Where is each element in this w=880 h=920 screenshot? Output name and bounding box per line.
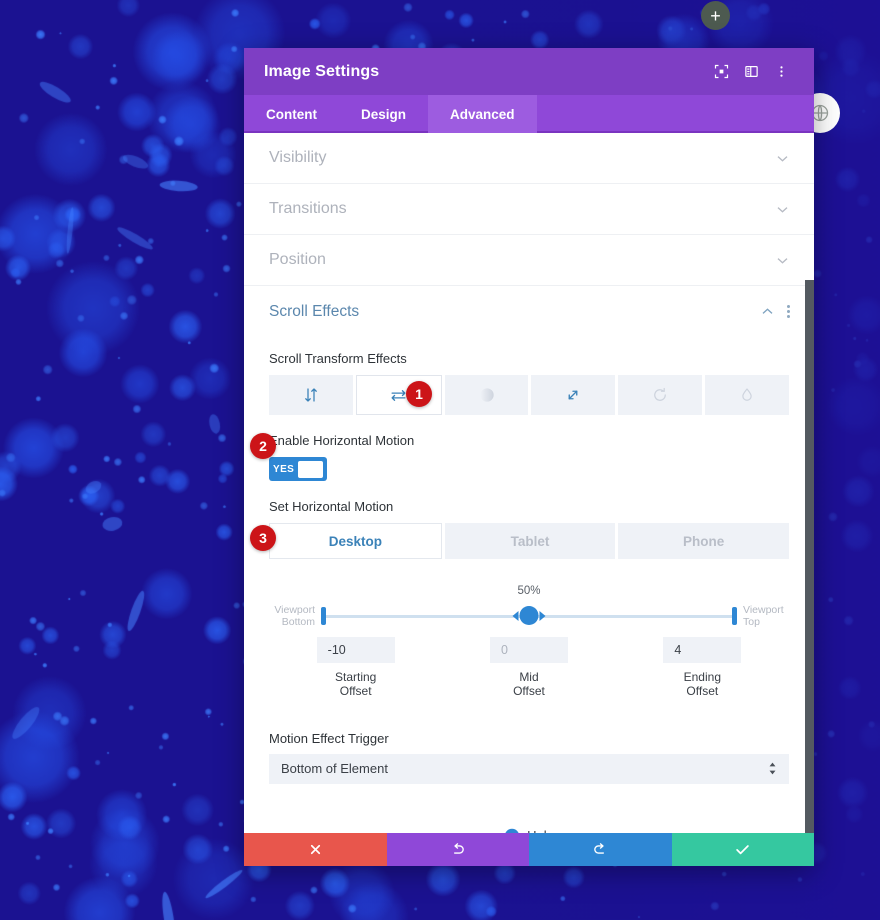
more-vertical-icon[interactable] bbox=[766, 57, 796, 87]
tab-design[interactable]: Design bbox=[339, 95, 428, 133]
offset-inputs-row: -10 Starting Offset 0 Mid Offset 4 Endin… bbox=[269, 637, 789, 699]
slider-start-cap[interactable] bbox=[321, 607, 326, 625]
motion-effect-trigger-block: Motion Effect Trigger Bottom of Element bbox=[269, 731, 789, 784]
save-button[interactable] bbox=[671, 833, 814, 866]
accordion-position[interactable]: Position bbox=[244, 235, 814, 286]
toggle-knob bbox=[298, 460, 323, 478]
scaling-icon[interactable] bbox=[531, 375, 616, 415]
slider-percent-label: 50% bbox=[517, 585, 541, 597]
enable-horizontal-motion-label: Enable Horizontal Motion bbox=[269, 433, 415, 448]
scroll-transform-effects-label: Scroll Transform Effects bbox=[269, 351, 407, 366]
handle-knob bbox=[519, 606, 539, 625]
mid-offset-caption: Mid Offset bbox=[513, 670, 545, 699]
mid-offset-group: 0 Mid Offset bbox=[442, 637, 615, 699]
ending-offset-caption-line2: Offset bbox=[686, 683, 719, 698]
rotating-icon[interactable] bbox=[618, 375, 703, 415]
add-module-button[interactable]: + bbox=[701, 1, 730, 30]
tab-advanced[interactable]: Advanced bbox=[428, 95, 537, 133]
starting-offset-caption-line1: Starting bbox=[334, 670, 377, 684]
device-tabs: Desktop Tablet Phone bbox=[269, 523, 790, 559]
ending-offset-caption-line1: Ending bbox=[683, 670, 721, 684]
motion-effect-trigger-select[interactable]: Bottom of Element bbox=[269, 753, 789, 784]
accordion-transitions-label: Transitions bbox=[269, 200, 347, 217]
image-settings-modal: Image Settings Content Design Advanced V… bbox=[244, 48, 814, 866]
tab-content[interactable]: Content bbox=[244, 95, 339, 133]
accordion-visibility[interactable]: Visibility bbox=[244, 133, 814, 184]
starting-offset-group: -10 Starting Offset bbox=[269, 637, 442, 699]
motion-range-slider: 50% Viewport Bottom Viewport Top -10 Sta… bbox=[269, 585, 789, 705]
check-icon bbox=[736, 845, 750, 855]
help-label: Help bbox=[527, 828, 554, 833]
accordion-position-label: Position bbox=[269, 251, 326, 268]
viewport-top-line2: Top bbox=[743, 616, 760, 628]
viewport-top-label: Viewport Top bbox=[737, 604, 789, 628]
chevron-down-icon bbox=[775, 202, 790, 217]
layout-split-icon[interactable] bbox=[736, 57, 766, 87]
chevron-down-icon bbox=[775, 253, 790, 268]
starting-offset-caption-line2: Offset bbox=[339, 683, 372, 698]
annotation-badge-1: 1 bbox=[406, 381, 432, 407]
ending-offset-caption: Ending Offset bbox=[683, 670, 721, 699]
help-circle-icon: ? bbox=[505, 828, 519, 833]
viewport-bottom-line2: Bottom bbox=[281, 616, 315, 628]
ending-offset-group: 4 Ending Offset bbox=[616, 637, 789, 699]
ending-offset-input[interactable]: 4 bbox=[663, 637, 742, 663]
mid-offset-input[interactable]: 0 bbox=[489, 637, 568, 663]
annotation-badge-3: 3 bbox=[250, 525, 276, 551]
slider-track-row: Viewport Bottom Viewport Top bbox=[269, 603, 789, 629]
modal-footer bbox=[244, 833, 814, 866]
vertical-motion-icon[interactable] bbox=[269, 375, 353, 415]
fading-icon[interactable] bbox=[444, 375, 529, 415]
enable-horizontal-motion-toggle[interactable]: YES bbox=[269, 457, 327, 481]
viewport-bottom-line1: Viewport bbox=[274, 603, 315, 616]
viewport-top-line1: Viewport bbox=[743, 603, 784, 616]
mid-offset-caption-line1: Mid bbox=[519, 670, 539, 684]
close-icon bbox=[310, 844, 320, 855]
modal-header: Image Settings bbox=[244, 48, 814, 95]
viewport-bottom-label: Viewport Bottom bbox=[269, 604, 321, 628]
fading-glyph bbox=[479, 388, 494, 402]
redo-icon bbox=[593, 843, 604, 854]
toggle-value-label: YES bbox=[273, 463, 295, 475]
scroll-effects-panel: Scroll Transform Effects Enable Horizont… bbox=[244, 337, 814, 833]
undo-button[interactable] bbox=[386, 833, 529, 866]
handle-left-arrow-icon bbox=[512, 610, 519, 621]
device-tab-desktop[interactable]: Desktop bbox=[269, 523, 442, 559]
device-tab-phone[interactable]: Phone bbox=[618, 523, 790, 559]
slider-handle[interactable] bbox=[512, 606, 546, 625]
stepper-arrows-icon bbox=[768, 762, 777, 775]
handle-right-arrow-icon bbox=[539, 610, 546, 621]
starting-offset-caption: Starting Offset bbox=[334, 670, 377, 699]
accordion-transitions[interactable]: Transitions bbox=[244, 184, 814, 235]
slider-end-cap[interactable] bbox=[732, 607, 737, 625]
device-tab-tablet[interactable]: Tablet bbox=[444, 523, 616, 559]
motion-effect-trigger-label: Motion Effect Trigger bbox=[269, 730, 389, 746]
modal-body: Visibility Transitions Position Scroll E… bbox=[244, 133, 814, 833]
plus-icon: + bbox=[710, 5, 721, 26]
mid-offset-caption-line2: Offset bbox=[513, 683, 545, 698]
svg-text:?: ? bbox=[509, 831, 514, 833]
set-horizontal-motion-label: Set Horizontal Motion bbox=[269, 499, 394, 514]
accordion-scroll-effects-label: Scroll Effects bbox=[269, 302, 360, 320]
redo-button[interactable] bbox=[529, 833, 672, 866]
undo-icon bbox=[454, 843, 465, 854]
more-vertical-icon[interactable] bbox=[787, 305, 790, 318]
starting-offset-input[interactable]: -10 bbox=[316, 637, 395, 663]
accordion-visibility-label: Visibility bbox=[269, 149, 327, 166]
accordion-scroll-effects[interactable]: Scroll Effects bbox=[244, 286, 814, 337]
transform-effects-options bbox=[269, 375, 789, 415]
chevron-down-icon bbox=[775, 151, 790, 166]
chevron-up-icon bbox=[760, 304, 775, 319]
modal-tabs: Content Design Advanced bbox=[244, 95, 814, 133]
blur-icon[interactable] bbox=[705, 375, 789, 415]
page-title: Image Settings bbox=[264, 62, 380, 80]
focus-icon[interactable] bbox=[706, 57, 736, 87]
slider-track-wrap[interactable] bbox=[321, 603, 737, 629]
help-row[interactable]: ? Help bbox=[269, 828, 789, 833]
close-button[interactable] bbox=[244, 833, 387, 866]
motion-effect-trigger-value: Bottom of Element bbox=[281, 761, 388, 777]
modal-scrollbar[interactable] bbox=[805, 280, 814, 833]
annotation-badge-2: 2 bbox=[250, 433, 276, 459]
